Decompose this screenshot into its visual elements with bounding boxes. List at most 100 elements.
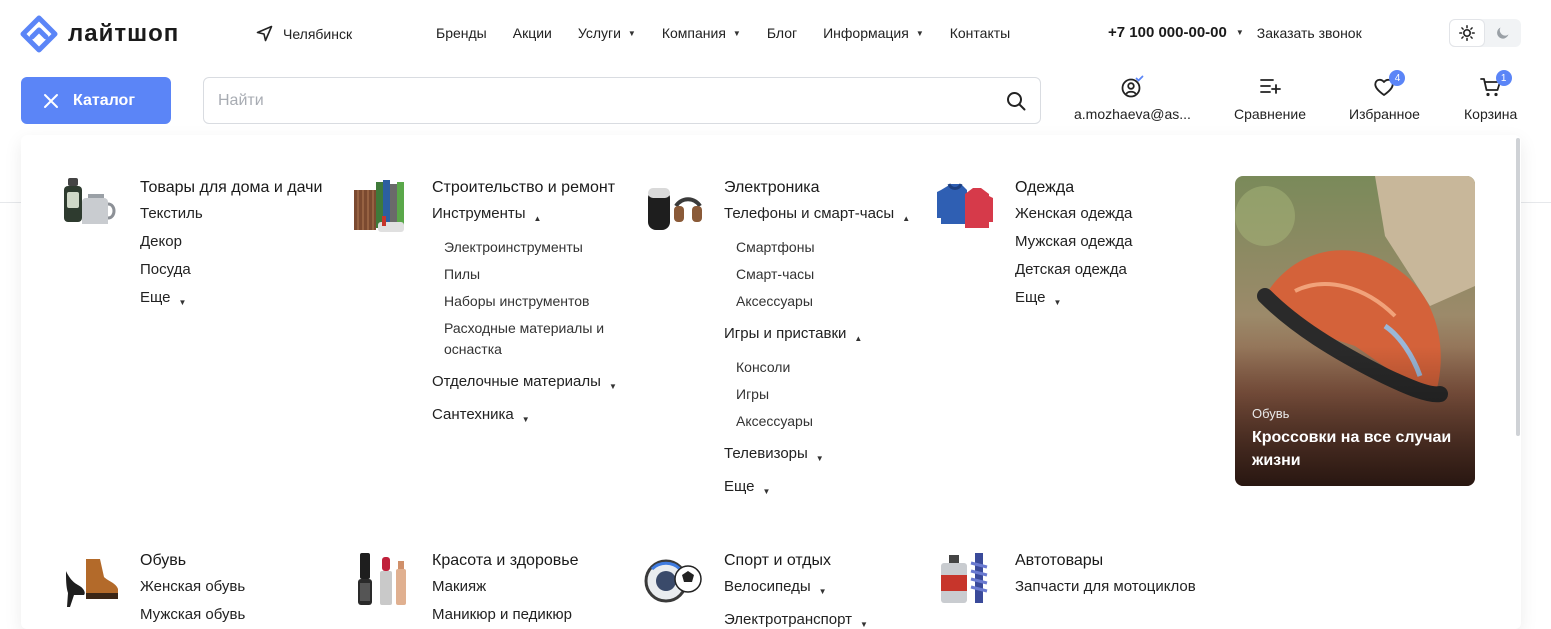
nav-item[interactable]: Акции [513, 25, 552, 41]
nav-item[interactable]: Бренды [436, 25, 487, 41]
lantern-kettle-icon[interactable] [60, 176, 118, 234]
sub-subcategory-link[interactable]: Расходные материалы и оснастка [432, 318, 622, 360]
subcategory-link[interactable]: Посуда [140, 260, 330, 280]
category-title[interactable]: Строительство и ремонт [432, 176, 622, 200]
jackets-icon[interactable] [935, 176, 993, 234]
nav-item[interactable]: Блог [767, 25, 797, 41]
auto-parts-icon[interactable] [935, 549, 993, 607]
nav-item[interactable]: Информация ▼ [823, 25, 924, 41]
chevron-up-icon[interactable]: ▲ [534, 209, 542, 229]
subcategory-link[interactable]: Маникюр и педикюр [432, 605, 622, 625]
chevron-down-icon[interactable]: ▼ [819, 582, 827, 602]
sub-subcategory-link[interactable]: Наборы инструментов [432, 291, 622, 312]
subcategory-link[interactable]: Телефоны и смарт-часы ▲ [724, 204, 914, 229]
category-title[interactable]: Товары для дома и дачи [140, 176, 330, 200]
phone-block: +7 100 000-00-00 ▼ Заказать звонок [1108, 24, 1362, 41]
light-theme-button[interactable] [1449, 19, 1485, 47]
subcategory-label: Посуда [140, 261, 191, 278]
category-title[interactable]: Автотовары [1015, 549, 1205, 573]
sub-subcategory-link[interactable]: Смарт-часы [724, 264, 914, 285]
subcategory-link[interactable]: Отделочные материалы ▼ [432, 372, 622, 397]
subcategory-label: Отделочные материалы [432, 373, 601, 390]
nav-item[interactable]: Услуги ▼ [578, 25, 636, 41]
subcategory-label: Еще [724, 478, 755, 495]
subcategory-link[interactable]: Декор [140, 232, 330, 252]
sub-subcategory-link[interactable]: Игры [724, 384, 914, 405]
chevron-down-icon: ▼ [627, 28, 636, 38]
subcategory-link[interactable]: Женская обувь [140, 577, 330, 597]
panel-scrollbar[interactable] [1516, 138, 1520, 436]
subcategory-link[interactable]: Мужская обувь [140, 605, 330, 625]
subcategory-label: Мужская обувь [140, 606, 246, 623]
subcategory-link[interactable]: Телевизоры ▼ [724, 444, 914, 469]
subcategory-link[interactable]: Макияж [432, 577, 622, 597]
city-label: Челябинск [283, 25, 353, 42]
subcategory-label: Электротранспорт [724, 611, 853, 628]
chevron-down-icon[interactable]: ▼ [860, 615, 868, 629]
category-title[interactable]: Электроника [724, 176, 914, 200]
chevron-up-icon[interactable]: ▲ [902, 209, 910, 229]
catalog-button[interactable]: Каталог [21, 77, 171, 124]
subcategory-label: Детская одежда [1015, 261, 1127, 278]
category-title[interactable]: Одежда [1015, 176, 1205, 200]
sub-subcategory-link[interactable]: Консоли [724, 357, 914, 378]
favorites-button[interactable]: 4 Избранное [1349, 70, 1420, 122]
logo-text: лайтшоп [68, 20, 180, 47]
compare-button[interactable]: Сравнение [1234, 74, 1306, 122]
favorites-count-badge: 4 [1389, 70, 1406, 86]
category-title[interactable]: Красота и здоровье [432, 549, 622, 573]
subcategory-link[interactable]: Электротранспорт ▼ [724, 610, 914, 629]
phone-number[interactable]: +7 100 000-00-00 [1108, 24, 1227, 41]
cart-button[interactable]: 1 Корзина [1464, 70, 1517, 122]
subcategory-label: Макияж [432, 578, 487, 595]
subcategory-link[interactable]: Текстиль [140, 204, 330, 224]
sub-subcategory-link[interactable]: Пилы [432, 264, 622, 285]
sub-subcategory-link[interactable]: Смартфоны [724, 237, 914, 258]
subcategory-link[interactable]: Велосипеды ▼ [724, 577, 914, 602]
callback-link[interactable]: Заказать звонок [1257, 25, 1362, 41]
account-button[interactable]: a.mozhaeva@as... [1074, 74, 1191, 122]
promo-banner[interactable]: Обувь Кроссовки на все случаи жизни [1235, 176, 1475, 486]
sub-subcategory-link[interactable]: Электроинструменты [432, 237, 622, 258]
nav-item[interactable]: Контакты [950, 25, 1010, 41]
shoes-icon[interactable] [60, 549, 118, 607]
nav-item[interactable]: Компания ▼ [662, 25, 741, 41]
chevron-down-icon[interactable]: ▼ [609, 377, 617, 397]
sub-subcategory-link[interactable]: Аксессуары [724, 291, 914, 312]
subcategory-link[interactable]: Детская одежда [1015, 260, 1205, 280]
subcategory-label: Декор [140, 233, 182, 250]
speaker-headphones-icon[interactable] [644, 176, 702, 234]
sport-gear-icon[interactable] [644, 549, 702, 607]
chevron-down-icon[interactable]: ▼ [816, 449, 824, 469]
subcategory-link[interactable]: Женская одежда [1015, 204, 1205, 224]
search-icon[interactable] [1006, 91, 1026, 111]
chevron-down-icon[interactable]: ▼ [179, 293, 187, 313]
chevron-up-icon[interactable]: ▲ [854, 329, 862, 349]
chevron-down-icon[interactable]: ▼ [763, 482, 771, 502]
subcategory-label: Инструменты [432, 205, 526, 222]
logo[interactable]: лайтшоп [20, 15, 179, 53]
chevron-down-icon[interactable]: ▼ [522, 410, 530, 430]
subcategory-link[interactable]: Игры и приставки ▲ [724, 324, 914, 349]
nav-item-label: Блог [766, 25, 798, 41]
search-input[interactable] [218, 91, 1006, 110]
subcategory-link[interactable]: Еще ▼ [140, 288, 330, 313]
category-title[interactable]: Спорт и отдых [724, 549, 914, 573]
subcategory-link[interactable]: Еще ▼ [1015, 288, 1205, 313]
phone-dropdown-caret[interactable]: ▼ [1236, 28, 1244, 37]
building-materials-icon[interactable] [352, 176, 410, 234]
category-title[interactable]: Обувь [140, 549, 330, 573]
subcategory-label: Телевизоры [724, 445, 808, 462]
subcategory-label: Маникюр и педикюр [432, 606, 572, 623]
subcategory-link[interactable]: Запчасти для мотоциклов [1015, 577, 1205, 597]
cosmetics-icon[interactable] [352, 549, 410, 607]
catalog-button-label: Каталог [73, 91, 135, 109]
subcategory-link[interactable]: Мужская одежда [1015, 232, 1205, 252]
subcategory-link[interactable]: Еще ▼ [724, 477, 914, 502]
sub-subcategory-link[interactable]: Аксессуары [724, 411, 914, 432]
subcategory-link[interactable]: Сантехника ▼ [432, 405, 622, 430]
city-selector[interactable]: Челябинск [256, 25, 352, 42]
dark-theme-button[interactable] [1485, 19, 1521, 47]
chevron-down-icon[interactable]: ▼ [1054, 293, 1062, 313]
subcategory-link[interactable]: Инструменты ▲ [432, 204, 622, 229]
